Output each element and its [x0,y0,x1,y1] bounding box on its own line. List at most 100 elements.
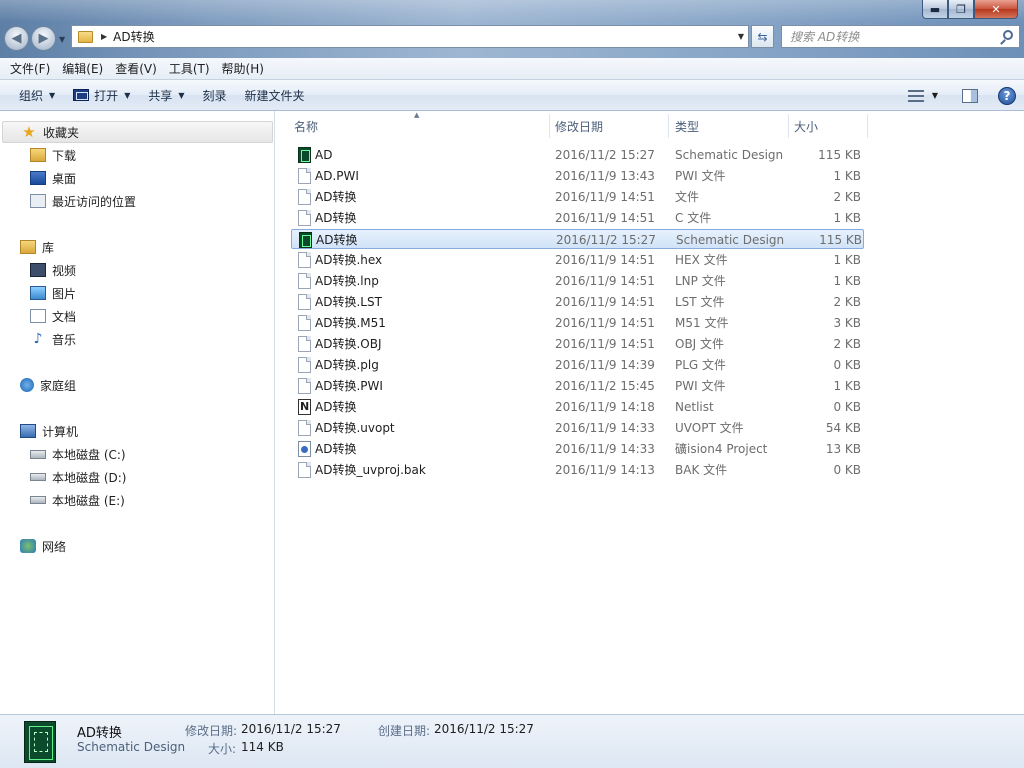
nav-favorites[interactable]: ★ 收藏夹 [2,121,273,143]
file-type: PWI 文件 [675,379,726,393]
close-button[interactable]: ✕ [974,0,1018,19]
file-size: 1 KB [833,253,861,267]
details-created-label: 创建日期: [378,724,431,738]
downloads-folder-icon [30,148,46,162]
nav-item-label: 本地磁盘 (E:) [52,493,125,508]
nav-item-desktop[interactable]: 桌面 [30,167,76,189]
nav-item-label: 下载 [52,148,77,163]
column-header-name[interactable]: 名称 [294,114,318,138]
file-icon [298,168,311,184]
file-name: AD转换.uvopt [315,421,395,435]
menu-file[interactable]: 文件(F) [4,58,56,80]
maximize-button[interactable]: ❐ [948,0,974,19]
uvproj-icon [298,441,311,457]
share-button[interactable]: 共享 ▼ [139,80,193,111]
file-row[interactable]: AD转换.hex 2016/11/9 14:51 HEX 文件 1 KB [291,250,864,270]
file-size: 0 KB [833,400,861,414]
breadcrumb-current[interactable]: AD转换 [113,28,154,45]
menu-tools[interactable]: 工具(T) [163,58,216,80]
file-name: AD转换 [316,233,358,247]
video-icon [30,263,46,277]
open-button[interactable]: 打开 ▼ [64,80,139,111]
nav-libraries[interactable]: 库 [20,236,54,258]
file-row[interactable]: AD转换 2016/11/9 14:51 文件 2 KB [291,187,864,207]
file-row[interactable]: AD.PWI 2016/11/9 13:43 PWI 文件 1 KB [291,166,864,186]
breadcrumb-chevron-icon[interactable]: ▶ [101,32,107,41]
organize-button[interactable]: 组织 ▼ [10,80,64,111]
nav-item-videos[interactable]: 视频 [30,259,76,281]
file-row[interactable]: AD转换.OBJ 2016/11/9 14:51 OBJ 文件 2 KB [291,334,864,354]
nav-homegroup[interactable]: 家庭组 [20,374,76,396]
recent-pages-dropdown[interactable]: ▼ [59,35,65,44]
file-row[interactable]: AD转换 2016/11/9 14:18 Netlist 0 KB [291,397,864,417]
file-icon [298,294,311,310]
nav-item-documents[interactable]: 文档 [30,305,76,327]
file-row[interactable]: AD转换 2016/11/9 14:33 礦ision4 Project 13 KB [291,439,864,459]
nav-network[interactable]: 网络 [20,535,66,557]
file-type: M51 文件 [675,316,729,330]
column-divider[interactable] [668,114,669,138]
preview-pane-icon[interactable] [962,88,978,103]
nav-item-music[interactable]: ♪ 音乐 [30,328,76,350]
nav-computer[interactable]: 计算机 [20,420,78,442]
file-size: 2 KB [833,337,861,351]
file-type: Netlist [675,400,714,414]
file-date: 2016/11/2 15:27 [555,148,655,162]
nav-item-recent-places[interactable]: 最近访问的位置 [30,190,136,212]
column-divider[interactable] [867,114,868,138]
file-row[interactable]: AD转换.lnp 2016/11/9 14:51 LNP 文件 1 KB [291,271,864,291]
file-row[interactable]: AD 2016/11/2 15:27 Schematic Design 115 KB [291,145,864,165]
address-dropdown-icon[interactable]: ▼ [738,32,744,41]
search-input[interactable] [790,29,995,44]
nav-item-drive-d[interactable]: 本地磁盘 (D:) [30,466,126,488]
file-row[interactable]: AD转换 2016/11/2 15:27 Schematic Design 115 K… [291,229,864,249]
file-name: AD转换 [315,190,357,204]
file-name: AD转换 [315,211,357,225]
minimize-button[interactable]: ▬ [922,0,948,19]
file-name: AD转换.OBJ [315,337,382,351]
menu-edit[interactable]: 编辑(E) [56,58,109,80]
nav-item-drive-e[interactable]: 本地磁盘 (E:) [30,489,125,511]
column-divider[interactable] [788,114,789,138]
back-button[interactable]: ◀ [4,26,29,51]
file-row[interactable]: AD转换 2016/11/9 14:51 C 文件 1 KB [291,208,864,228]
column-header-date[interactable]: 修改日期 [555,114,603,138]
forward-button[interactable]: ▶ [31,26,56,51]
nav-item-downloads[interactable]: 下载 [30,144,76,166]
search-icon[interactable] [1003,30,1013,40]
nav-item-drive-c[interactable]: 本地磁盘 (C:) [30,443,126,465]
file-row[interactable]: AD转换.uvopt 2016/11/9 14:33 UVOPT 文件 54 KB [291,418,864,438]
nav-item-label: 音乐 [52,332,77,347]
address-bar[interactable]: ▶ AD转换 ▼ [71,25,749,48]
file-type: 礦ision4 Project [675,442,768,456]
schematic-icon [299,232,312,248]
file-type: C 文件 [675,211,712,225]
burn-button[interactable]: 刻录 [194,80,236,111]
column-header-size[interactable]: 大小 [794,114,818,138]
refresh-button[interactable]: ⇆ [751,25,774,48]
change-view-button[interactable]: ▼ [907,89,938,102]
file-name: AD转换_uvproj.bak [315,463,426,477]
file-row[interactable]: AD转换.LST 2016/11/9 14:51 LST 文件 2 KB [291,292,864,312]
nav-item-label: 最近访问的位置 [52,194,137,209]
open-app-icon [73,89,90,101]
details-created-value: 2016/11/2 15:27 [434,722,534,736]
file-name: AD.PWI [315,169,359,183]
file-date: 2016/11/9 14:33 [555,442,655,456]
menu-help[interactable]: 帮助(H) [216,58,270,80]
file-row[interactable]: AD转换.PWI 2016/11/2 15:45 PWI 文件 1 KB [291,376,864,396]
details-file-type: Schematic Design [77,740,186,754]
nav-item-pictures[interactable]: 图片 [30,282,76,304]
file-row[interactable]: AD转换.M51 2016/11/9 14:51 M51 文件 3 KB [291,313,864,333]
help-icon[interactable]: ? [998,86,1016,105]
menu-view[interactable]: 查看(V) [109,58,163,80]
file-row[interactable]: AD转换.plg 2016/11/9 14:39 PLG 文件 0 KB [291,355,864,375]
new-folder-button[interactable]: 新建文件夹 [236,80,314,111]
search-box[interactable] [781,25,1020,48]
file-size: 3 KB [833,316,861,330]
details-modified-value: 2016/11/2 15:27 [241,722,341,736]
column-header-type[interactable]: 类型 [675,114,699,138]
details-file-name: AD转换 [77,726,122,741]
column-divider[interactable] [549,114,550,138]
file-row[interactable]: AD转换_uvproj.bak 2016/11/9 14:13 BAK 文件 0 KB [291,460,864,480]
